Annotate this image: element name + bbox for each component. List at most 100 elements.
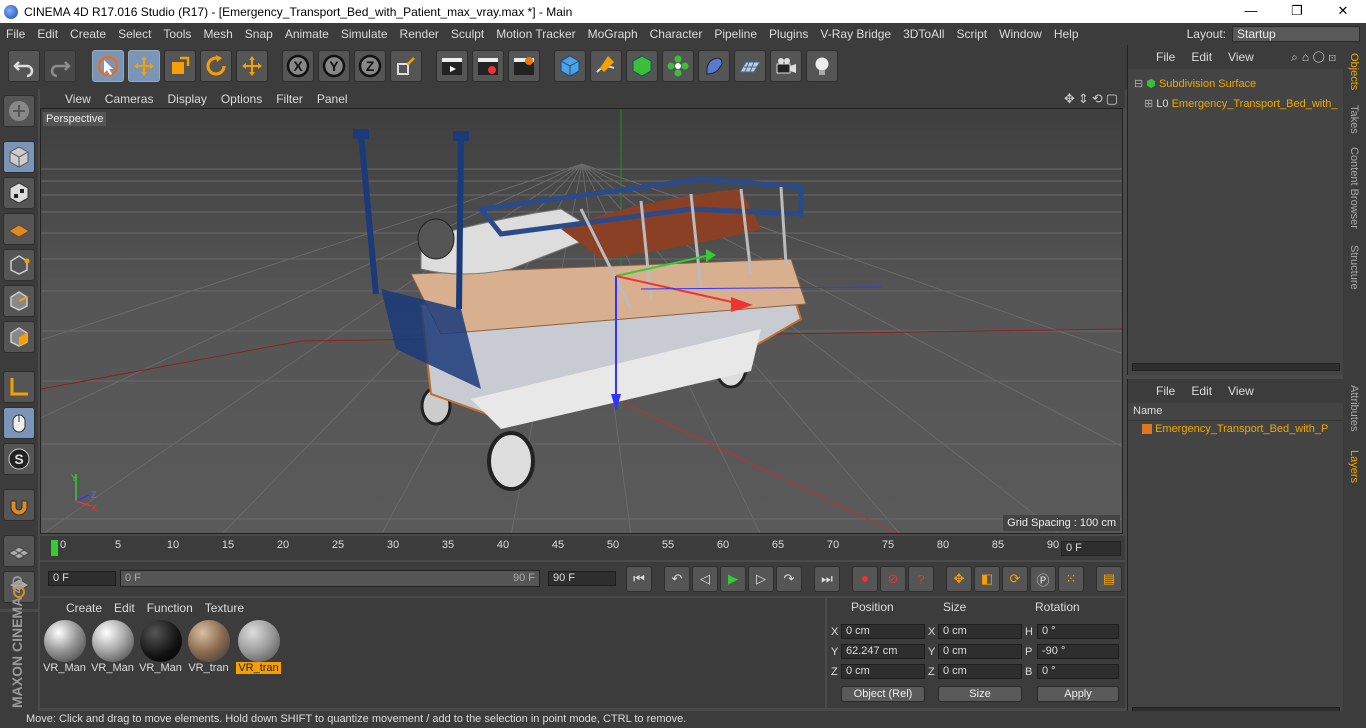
workplane-snap-button[interactable] (3, 535, 35, 567)
viewport-menu-display[interactable]: Display (160, 92, 213, 106)
menu-character[interactable]: Character (644, 23, 709, 45)
size-z-field[interactable]: 0 cm (938, 664, 1022, 679)
light-button[interactable] (806, 50, 838, 82)
y-axis-button[interactable]: Y (318, 50, 350, 82)
tab-structure[interactable]: Structure (1348, 245, 1360, 290)
viewport-menu-cameras[interactable]: Cameras (98, 92, 161, 106)
key-rotation-button[interactable]: ⟳ (1002, 566, 1028, 592)
rotation-b-field[interactable]: 0 ° (1037, 664, 1119, 679)
menu-create[interactable]: Create (64, 23, 112, 45)
texture-mode-button[interactable] (3, 177, 35, 209)
viewport-perspective[interactable]: Y Z X Perspective Grid Spacing : 100 cm (40, 108, 1123, 534)
menu-vray-bridge[interactable]: V-Ray Bridge (814, 23, 897, 45)
key-point-level-button[interactable]: ⁙ (1058, 566, 1084, 592)
minimize-button[interactable]: — (1228, 0, 1274, 23)
material-menu-create[interactable]: Create (60, 601, 108, 615)
undo-button[interactable] (8, 50, 40, 82)
menu-edit[interactable]: Edit (31, 23, 64, 45)
menu-file[interactable]: File (0, 23, 31, 45)
size-x-field[interactable]: 0 cm (938, 624, 1022, 639)
size-y-field[interactable]: 0 cm (938, 644, 1022, 659)
menu-plugins[interactable]: Plugins (763, 23, 814, 45)
keyframe-selection-button[interactable]: ? (908, 566, 934, 592)
end-frame-field[interactable]: 90 F (548, 571, 616, 586)
model-mode-button[interactable] (3, 141, 35, 173)
render-view-button[interactable] (436, 50, 468, 82)
object-toolbar-icons[interactable]: ⌕⌂◯⊡ (1291, 50, 1340, 65)
menu-mesh[interactable]: Mesh (197, 23, 238, 45)
menu-tools[interactable]: Tools (157, 23, 197, 45)
rotation-p-field[interactable]: -90 ° (1037, 644, 1119, 659)
deformer-button[interactable] (698, 50, 730, 82)
render-picture-viewer-button[interactable] (472, 50, 504, 82)
size-mode-dropdown[interactable]: Size (938, 686, 1022, 702)
playhead[interactable] (51, 540, 58, 556)
material-menu-texture[interactable]: Texture (199, 601, 250, 615)
material-swatch[interactable]: VR_tran (236, 620, 281, 678)
rotate-tool-button[interactable] (200, 50, 232, 82)
layer-row[interactable]: Emergency_Transport_Bed_with_P (1142, 423, 1328, 435)
tab-takes[interactable]: Takes (1348, 105, 1360, 134)
menu-select[interactable]: Select (112, 23, 157, 45)
make-editable-button[interactable] (3, 95, 35, 127)
material-swatch[interactable]: VR_tran (186, 620, 231, 678)
object-scrollbar[interactable] (1132, 363, 1340, 371)
subdivision-surface-button[interactable] (626, 50, 658, 82)
key-parameter-button[interactable]: Ⓟ (1030, 566, 1056, 592)
menu-simulate[interactable]: Simulate (335, 23, 394, 45)
layer-menu-edit[interactable]: Edit (1183, 384, 1220, 398)
tab-content-browser[interactable]: Content Browser (1348, 147, 1360, 229)
object-row-subdivision[interactable]: ⊟ ⬢ Subdivision Surface (1134, 77, 1256, 90)
points-mode-button[interactable] (3, 249, 35, 281)
position-x-field[interactable]: 0 cm (841, 624, 925, 639)
position-z-field[interactable]: 0 cm (841, 664, 925, 679)
layer-menu-file[interactable]: File (1148, 384, 1183, 398)
scale-tool-button[interactable] (164, 50, 196, 82)
viewport-nav-icons[interactable]: ✥⇕⟲▢ (1064, 91, 1121, 107)
coordinate-mode-dropdown[interactable]: Object (Rel) (841, 686, 925, 702)
menu-snap[interactable]: Snap (239, 23, 279, 45)
solo-button[interactable]: S (3, 443, 35, 475)
tweak-mode-button[interactable] (3, 407, 35, 439)
object-menu-file[interactable]: File (1148, 50, 1183, 64)
edges-mode-button[interactable] (3, 285, 35, 317)
camera-button[interactable] (770, 50, 802, 82)
material-menu-function[interactable]: Function (141, 601, 199, 615)
menu-pipeline[interactable]: Pipeline (708, 23, 763, 45)
next-frame-button[interactable]: ▷ (748, 566, 774, 592)
start-frame-field[interactable]: 0 F (48, 571, 116, 586)
tab-objects[interactable]: Objects (1348, 53, 1360, 90)
render-settings-button[interactable] (508, 50, 540, 82)
previous-key-button[interactable]: ↶ (664, 566, 690, 592)
record-active-button[interactable]: ⏺ (852, 566, 878, 592)
menu-script[interactable]: Script (950, 23, 993, 45)
z-axis-button[interactable]: Z (354, 50, 386, 82)
cube-object-button[interactable] (554, 50, 586, 82)
menu-window[interactable]: Window (993, 23, 1048, 45)
key-scale-button[interactable]: ◧ (974, 566, 1000, 592)
rotation-h-field[interactable]: 0 ° (1037, 624, 1119, 639)
cloner-button[interactable] (662, 50, 694, 82)
live-selection-button[interactable] (92, 50, 124, 82)
viewport-menu-view[interactable]: View (58, 92, 98, 106)
timeline-ruler[interactable]: 0 5 10 15 20 25 30 35 40 45 50 55 60 65 70 75 80 85 90 0 F (40, 536, 1125, 560)
layer-menu-view[interactable]: View (1220, 384, 1262, 398)
object-menu-view[interactable]: View (1220, 50, 1262, 64)
workplane-mode-button[interactable] (3, 213, 35, 245)
go-to-end-button[interactable]: ⏭ (814, 566, 840, 592)
object-menu-edit[interactable]: Edit (1183, 50, 1220, 64)
redo-button[interactable] (44, 50, 76, 82)
viewport-menu-options[interactable]: Options (214, 92, 269, 106)
autokey-button[interactable]: ⊘ (880, 566, 906, 592)
layout-dropdown[interactable]: Startup (1232, 26, 1360, 42)
menu-motion-tracker[interactable]: Motion Tracker (490, 23, 581, 45)
pen-spline-button[interactable] (590, 50, 622, 82)
x-axis-button[interactable]: X (282, 50, 314, 82)
transform-tool-button[interactable] (236, 50, 268, 82)
previous-frame-button[interactable]: ◁ (692, 566, 718, 592)
tab-attributes[interactable]: Attributes (1348, 385, 1360, 431)
frame-range-slider[interactable]: 0 F 90 F (120, 570, 540, 587)
go-to-start-button[interactable]: ⏮ (626, 566, 652, 592)
snap-button[interactable] (3, 489, 35, 521)
viewport-menu-filter[interactable]: Filter (269, 92, 310, 106)
